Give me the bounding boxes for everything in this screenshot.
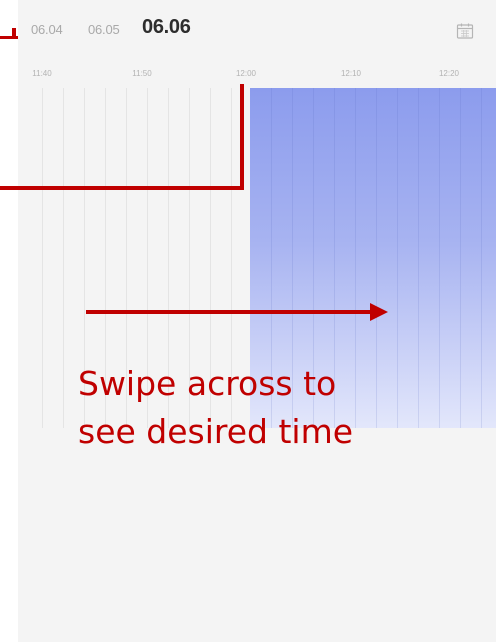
swipe-arrow-head-icon <box>370 303 388 321</box>
time-tick-1150: 11:50 <box>132 69 152 78</box>
screenshot-stage: 06.04 06.05 06.06 11:40 11:50 12:00 12:1… <box>0 0 496 642</box>
selection-grid-line <box>481 88 482 428</box>
instruction-line-2: see desired time <box>78 412 354 451</box>
callout-vertical-line <box>240 84 244 190</box>
timeline-grid-line <box>42 88 43 428</box>
callout-top-tick <box>12 28 16 39</box>
timeline-grid-line <box>63 88 64 428</box>
time-tick-1220: 12:20 <box>438 69 460 78</box>
instruction-line-1: Swipe across to <box>78 364 337 403</box>
date-tab-0606-active[interactable]: 06.06 <box>142 16 191 39</box>
date-tab-0604[interactable]: 06.04 <box>31 22 63 37</box>
callout-horizontal-line <box>0 186 244 190</box>
swipe-arrow-shaft <box>86 310 374 314</box>
time-tick-1200: 12:00 <box>235 69 257 78</box>
calendar-icon <box>456 23 474 39</box>
date-tab-0605[interactable]: 06.05 <box>88 22 120 37</box>
time-tick-1140: 11:40 <box>32 69 52 78</box>
swipe-instruction: Swipe across to see desired time <box>78 360 478 456</box>
calendar-button[interactable] <box>455 21 475 41</box>
time-tick-1210: 12:10 <box>340 69 362 78</box>
